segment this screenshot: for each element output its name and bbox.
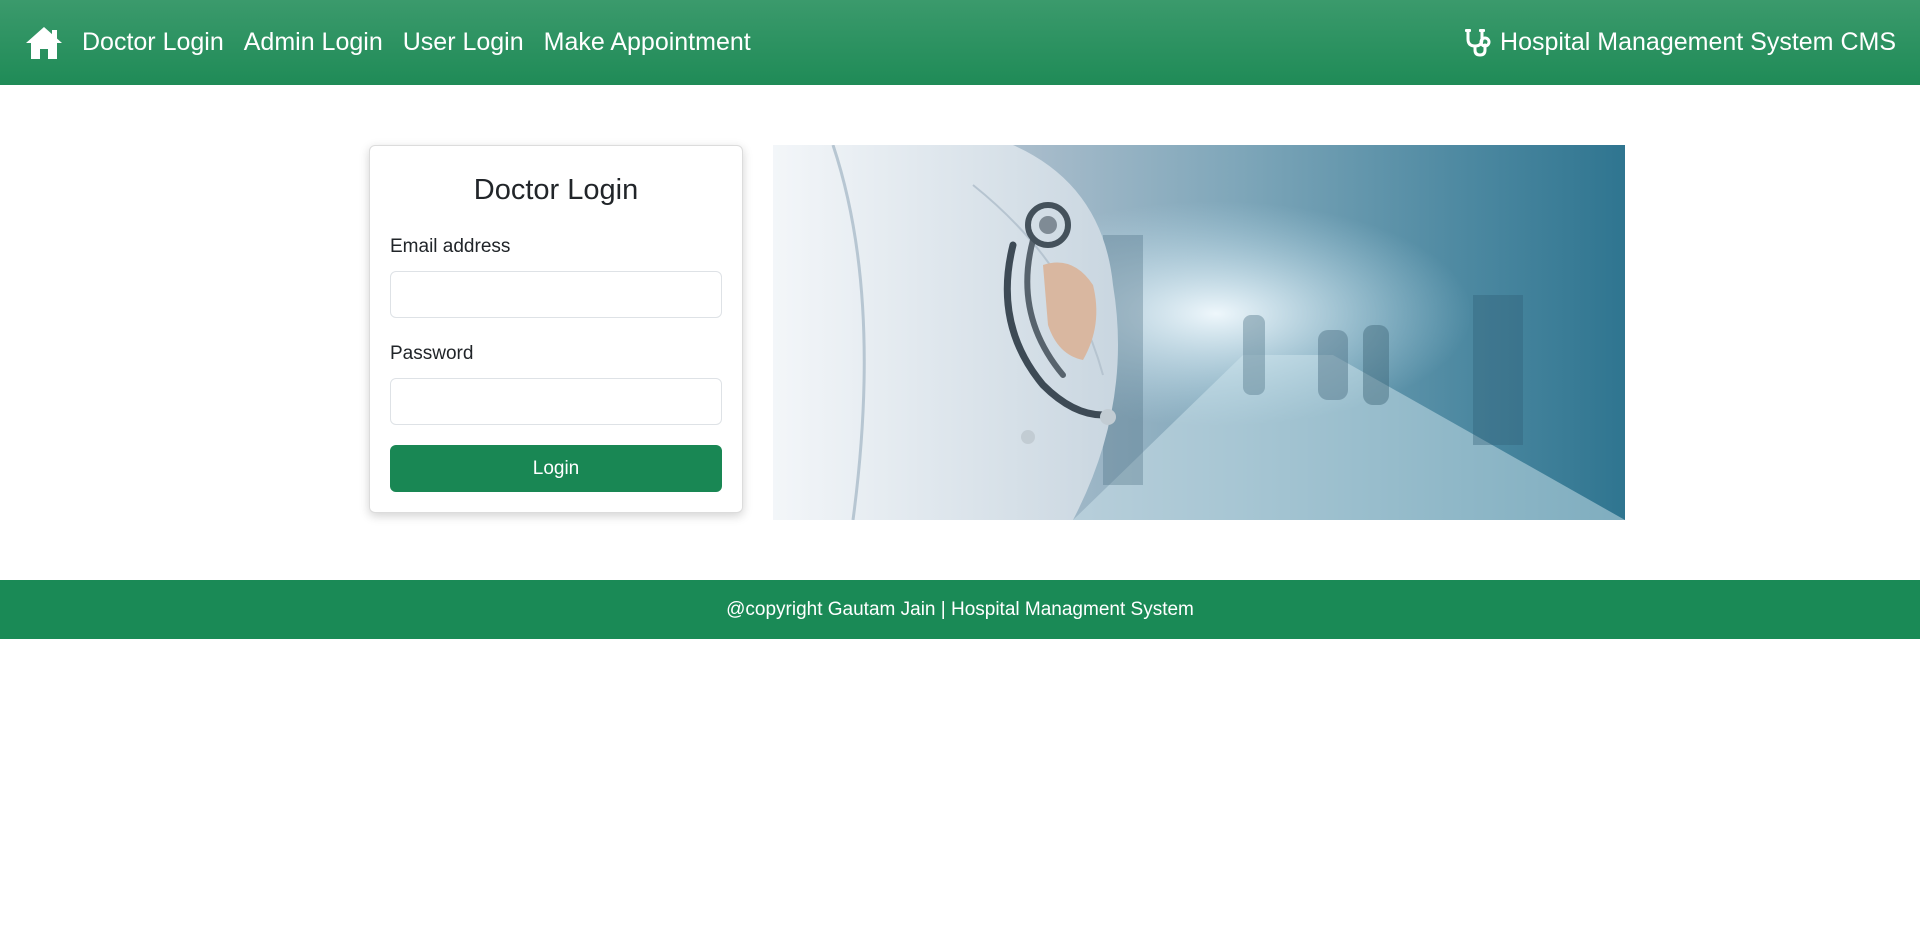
login-card: Doctor Login Email address Password Logi… — [369, 145, 743, 513]
password-input[interactable] — [390, 378, 722, 425]
brand-label: Hospital Management System CMS — [1500, 28, 1896, 56]
nav-doctor-login[interactable]: Doctor Login — [72, 0, 234, 85]
brand[interactable]: Hospital Management System CMS — [1464, 0, 1896, 85]
navbar: Doctor Login Admin Login User Login Make… — [0, 0, 1920, 85]
hero-image — [773, 145, 1625, 520]
home-icon — [26, 26, 62, 59]
stethoscope-icon — [1464, 28, 1494, 58]
email-label: Email address — [390, 236, 511, 257]
footer-text: @copyright Gautam Jain | Hospital Managm… — [726, 598, 1194, 620]
nav-admin-login[interactable]: Admin Login — [234, 0, 393, 85]
nav-user-login[interactable]: User Login — [393, 0, 534, 85]
footer: @copyright Gautam Jain | Hospital Managm… — [0, 580, 1920, 639]
doctor-stethoscope-image — [773, 145, 1625, 520]
email-input[interactable] — [390, 271, 722, 318]
login-title: Doctor Login — [473, 174, 639, 206]
password-label: Password — [390, 343, 474, 364]
login-button[interactable]: Login — [390, 445, 722, 492]
nav-links: Doctor Login Admin Login User Login Make… — [72, 0, 761, 85]
home-link[interactable] — [22, 21, 66, 65]
nav-make-appointment[interactable]: Make Appointment — [534, 0, 761, 85]
